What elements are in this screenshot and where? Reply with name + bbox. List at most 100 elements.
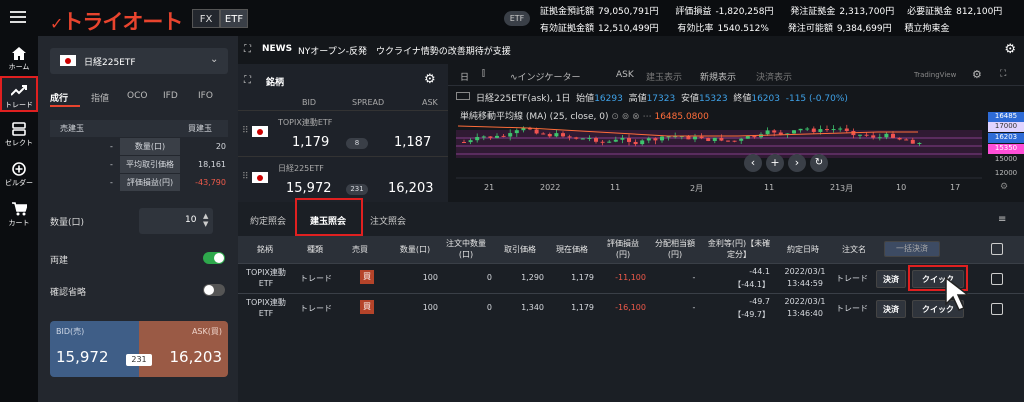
candle-body	[897, 137, 902, 140]
candle-body	[811, 128, 816, 132]
account-line-1: 証拠金預託額 79,050,791円 評価損益 -1,820,258円 発注証拠金 2…	[540, 7, 1003, 17]
candle-body	[646, 138, 651, 141]
drag-handle-icon[interactable]: ⠿	[242, 126, 249, 136]
position-display-toggle[interactable]: 建玉表示	[646, 70, 682, 83]
candle-body	[481, 136, 486, 138]
instrument-select[interactable]: 日経225ETF ⌄	[50, 48, 228, 74]
candle-body	[825, 129, 829, 131]
rail-home[interactable]: ホーム	[0, 40, 38, 76]
candle-body	[864, 134, 869, 136]
chart-zoom-in-button[interactable]: +	[766, 154, 784, 172]
rail-trade[interactable]: トレード	[0, 76, 38, 112]
chart-gear-icon[interactable]: ⚙	[1000, 182, 1008, 192]
menu-icon[interactable]	[10, 10, 26, 24]
candle-body	[660, 136, 664, 141]
watchlist: ⛶ 銘柄 ⚙ BID SPREAD ASK ⠿ TOPIX連動ETF 1,179…	[238, 64, 448, 202]
candle-body	[627, 138, 631, 142]
highlight-box	[295, 198, 363, 236]
chart-reset-icon[interactable]: ↻	[810, 154, 828, 172]
candle-body	[594, 137, 598, 142]
tab-executions[interactable]: 約定照会	[250, 214, 286, 227]
period-button[interactable]: 日	[460, 70, 469, 83]
fullscreen-icon[interactable]: ⛶	[1000, 69, 1006, 79]
ask-toggle[interactable]: ASK	[616, 70, 634, 80]
candle-body	[726, 140, 730, 142]
candle-body	[495, 135, 499, 138]
row-checkbox[interactable]	[991, 273, 1003, 285]
settle-button[interactable]: 決済	[876, 300, 906, 318]
drag-handle-icon[interactable]: ⠿	[242, 172, 249, 182]
ask-button[interactable]: ASK(買) 16,203	[139, 321, 228, 377]
candle-type-icon[interactable]: ⫿	[482, 69, 485, 79]
chevron-down-icon: ⌄	[210, 54, 219, 65]
bulk-settle-button[interactable]: 一括決済	[884, 241, 940, 257]
candle-body	[739, 138, 744, 141]
candle-body	[752, 136, 757, 138]
tab-market[interactable]: 成行	[50, 91, 68, 104]
tab-ifd[interactable]: IFD	[163, 91, 178, 101]
stepper-arrows-icon[interactable]: ▲ ▼	[203, 212, 208, 228]
bid-ask-panel: BID(売) 15,972 ASK(買) 16,203 231	[50, 321, 228, 377]
rail-cart-label: カート	[8, 219, 30, 227]
candle-body	[541, 133, 546, 135]
rail-builder[interactable]: ビルダー	[0, 156, 38, 192]
chart-scroll-left-button[interactable]: ‹	[744, 154, 762, 172]
fx-toggle[interactable]: FX	[192, 9, 220, 28]
tab-ifo[interactable]: IFO	[198, 91, 213, 101]
ask-price: 16,203	[169, 348, 223, 366]
quantity-stepper[interactable]: 10 ▲ ▼	[139, 208, 213, 234]
news-headline[interactable]: NYオープン-反発 ウクライナ情勢の改善期待が支援	[298, 44, 511, 57]
etf-toggle[interactable]: ETF	[220, 9, 248, 28]
expand-icon[interactable]: ⛶	[244, 75, 251, 86]
news-tag: NEWS	[262, 44, 293, 54]
hedge-toggle[interactable]	[203, 252, 225, 264]
rail-cart[interactable]: カート	[0, 196, 38, 232]
settle-button[interactable]: 決済	[876, 270, 906, 288]
candle-body	[904, 139, 909, 141]
expand-icon[interactable]: ⛶	[244, 44, 251, 55]
candle-body	[607, 141, 612, 143]
chart-toolbar: 日 ⫿ ∿インジケーター ASK 建玉表示 新規表示 決済表示 TradingV…	[448, 64, 1024, 86]
candle-body	[778, 132, 783, 135]
quantity-value: 10	[185, 215, 197, 225]
tab-limit[interactable]: 指値	[91, 91, 109, 104]
bid-button[interactable]: BID(売) 15,972	[50, 321, 139, 377]
skip-confirm-toggle[interactable]	[203, 284, 225, 296]
chart-scroll-right-button[interactable]: ›	[788, 154, 806, 172]
candle-body	[719, 137, 724, 141]
position-row-qty: - 数量(口) 20	[50, 138, 228, 155]
select-all-checkbox[interactable]	[991, 243, 1003, 255]
tab-underline	[50, 105, 80, 107]
home-icon	[0, 44, 38, 62]
candle-body	[798, 128, 803, 131]
rail-select[interactable]: セレクト	[0, 116, 38, 152]
x-axis: 21 2022 11 2月 11 21 3月 10 17	[484, 183, 961, 193]
position-row-pl: - 評価損益(円) -43,790	[50, 174, 228, 191]
tab-orders[interactable]: 注文照会	[370, 214, 406, 227]
candle-body	[587, 137, 592, 139]
japan-flag-icon	[60, 55, 76, 66]
tab-oco[interactable]: OCO	[127, 91, 147, 101]
cart-icon	[0, 200, 38, 218]
settle-display-toggle[interactable]: 決済表示	[756, 70, 792, 83]
buy-position-header: 買建玉	[188, 124, 212, 133]
row-checkbox[interactable]	[991, 303, 1003, 315]
gear-icon[interactable]: ⚙	[1004, 42, 1016, 57]
chart-settings-icon[interactable]: ⚙	[972, 68, 982, 81]
gear-icon[interactable]: ⚙	[424, 72, 436, 87]
new-display-toggle[interactable]: 新規表示	[700, 70, 736, 83]
avg-price-label: 平均取引価格	[120, 156, 180, 173]
watchlist-item[interactable]: ⠿ 日経225ETF 15,972 231 16,203	[238, 156, 448, 200]
candle-body	[488, 136, 493, 138]
etf-badge: ETF	[504, 11, 530, 26]
candle-body	[547, 134, 552, 137]
indicator-button[interactable]: ∿インジケーター	[510, 70, 581, 83]
table-row: TOPIX連動ETF トレード 買 100 0 1,340 1,179 -16,…	[238, 293, 1024, 323]
candle-body	[567, 136, 572, 138]
candle-body	[772, 130, 777, 133]
instrument-name: 日経225ETF	[84, 58, 136, 68]
candle-body	[613, 139, 618, 142]
filter-icon[interactable]: ≡	[998, 214, 1006, 225]
watchlist-item[interactable]: ⠿ TOPIX連動ETF 1,179 8 1,187	[238, 110, 448, 154]
candle-body	[554, 133, 559, 137]
